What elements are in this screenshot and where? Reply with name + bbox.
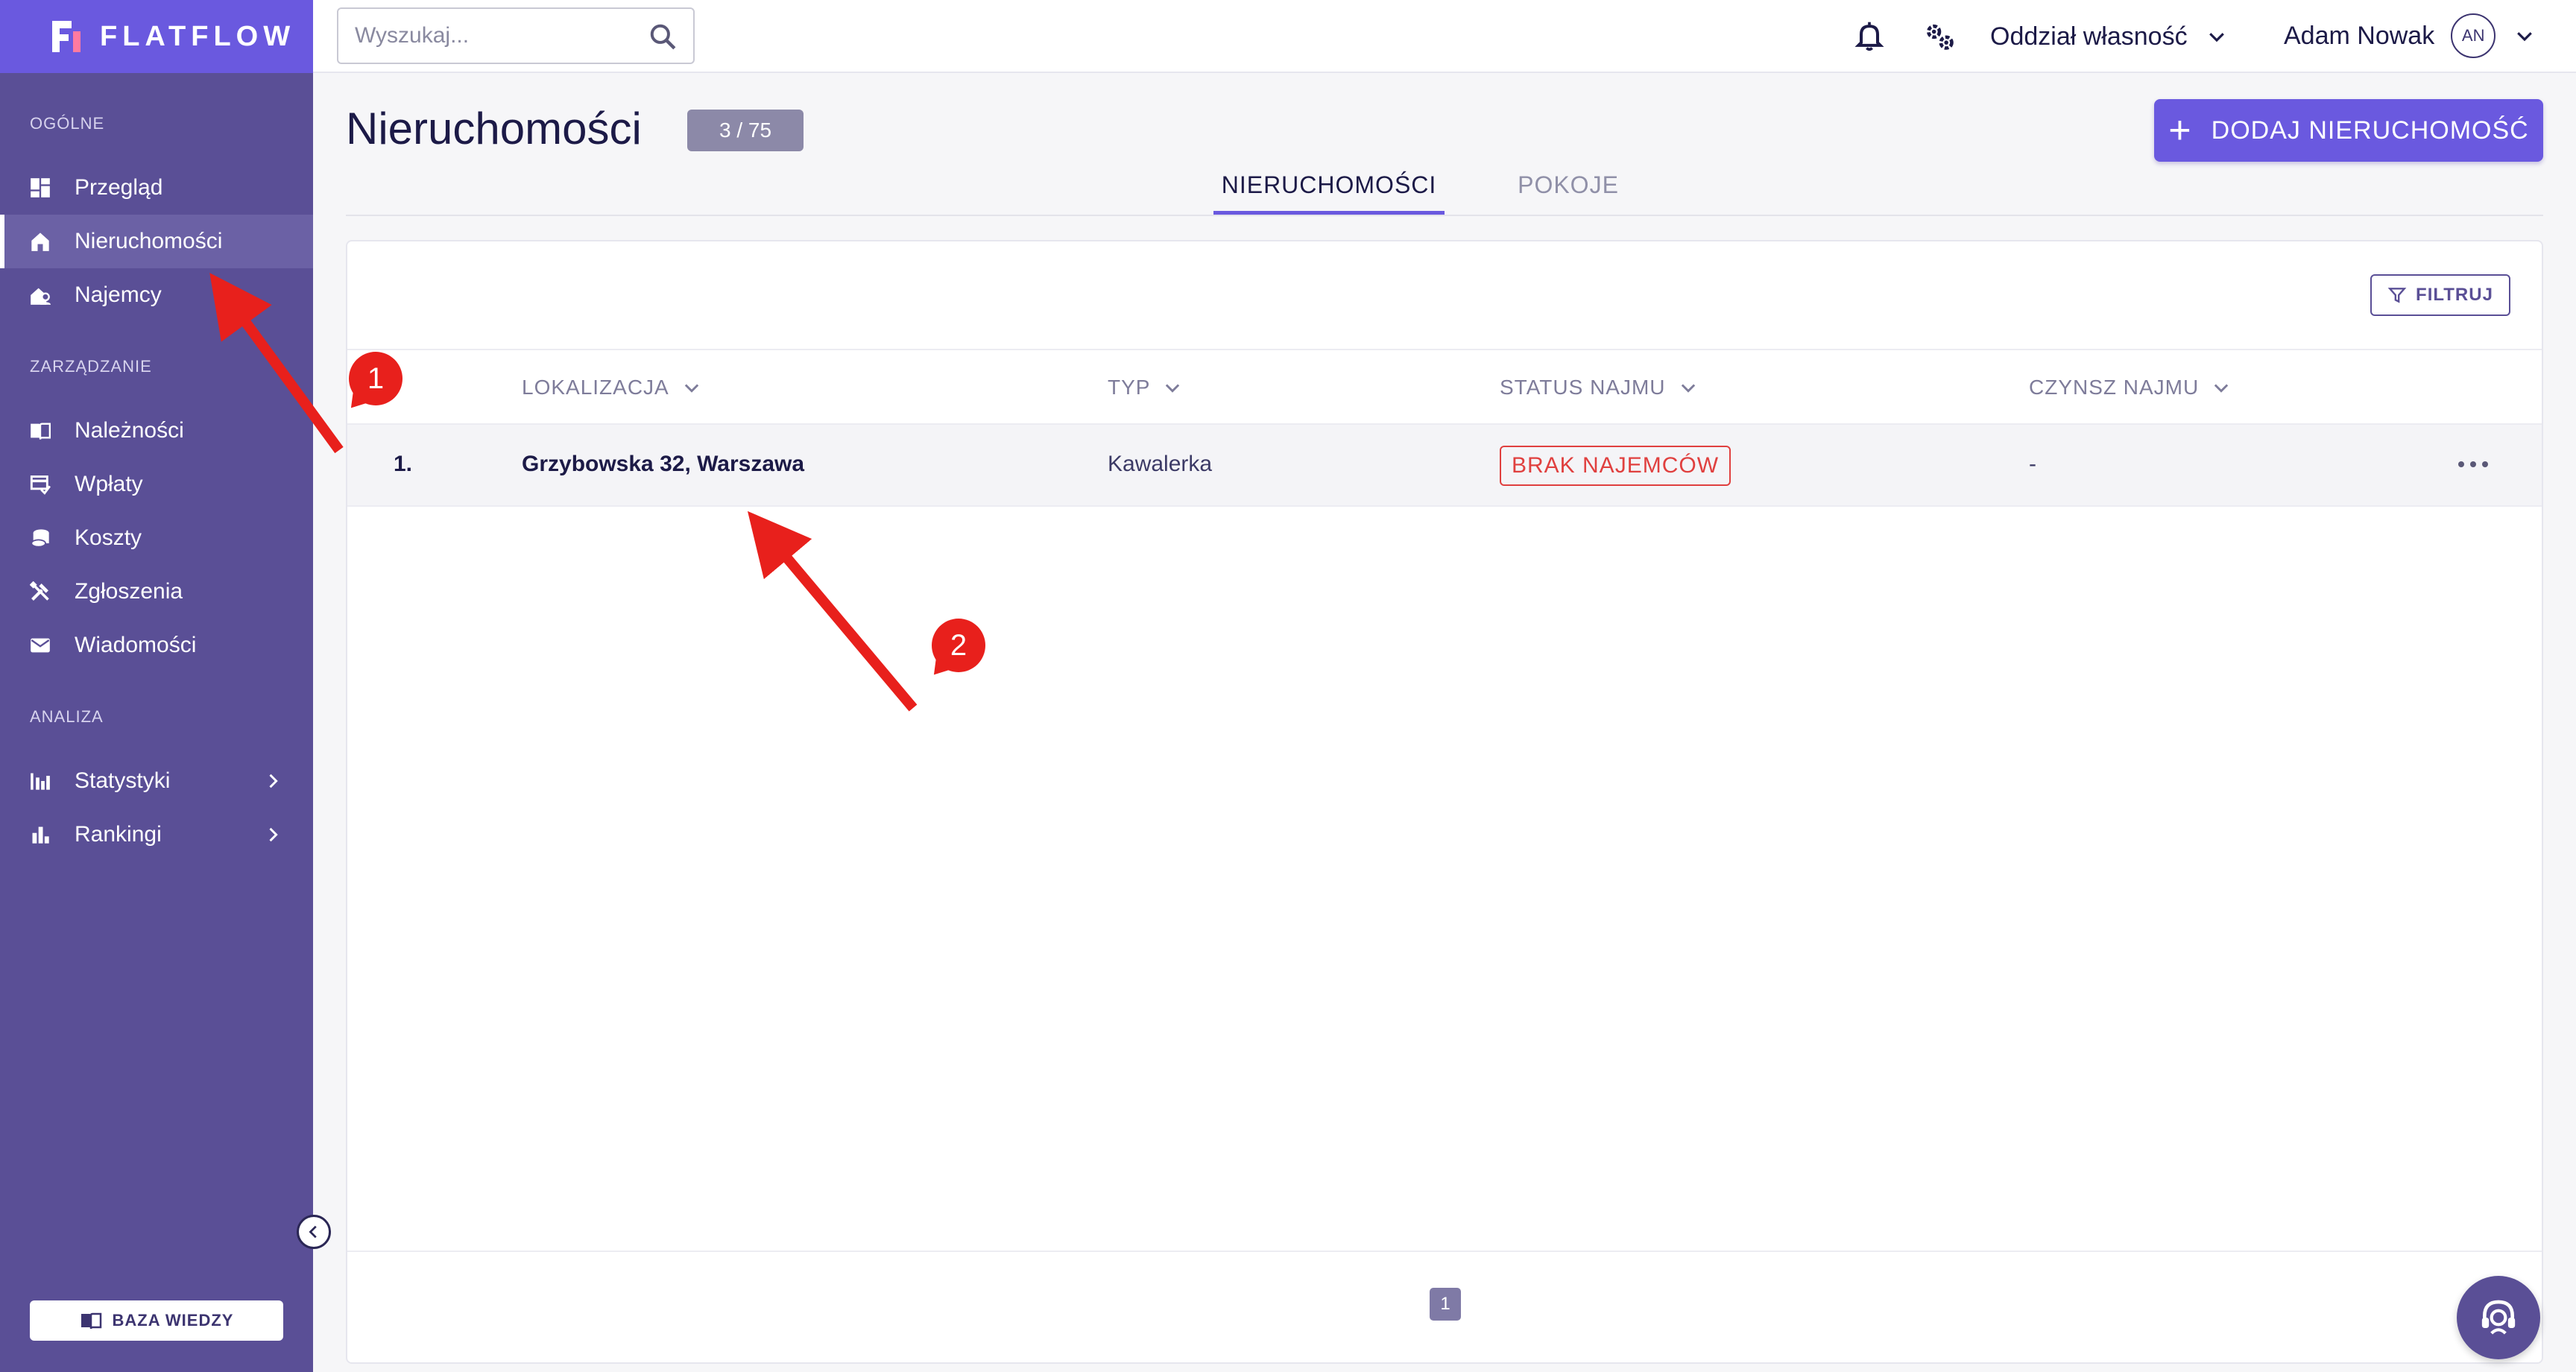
sidebar-nav: OGÓLNE Przegląd Nieruchomości Najemcy ZA… xyxy=(0,73,313,862)
sidebar-item-label: Najemcy xyxy=(75,282,162,307)
brand-name: FLATFLOW xyxy=(100,20,296,52)
chevron-down-icon xyxy=(2214,384,2229,393)
plus-icon: + xyxy=(2168,109,2192,152)
stats-icon xyxy=(31,773,50,790)
chevron-down-icon xyxy=(2209,33,2224,42)
sidebar-item-reports[interactable]: Zgłoszenia xyxy=(0,565,313,619)
sidebar-item-messages[interactable]: Wiadomości xyxy=(0,619,313,672)
section-label-general: OGÓLNE xyxy=(30,114,105,133)
mail-icon xyxy=(31,638,50,653)
page-title: Nieruchomości xyxy=(346,104,642,154)
count-badge: 3 / 75 xyxy=(687,110,804,151)
sidebar-item-costs[interactable]: Koszty xyxy=(0,511,313,565)
filter-icon xyxy=(2387,288,2407,303)
row-rent: - xyxy=(2029,452,2036,476)
column-header-rent[interactable]: CZYNSZ NAJMU xyxy=(2029,376,2232,399)
search-icon[interactable] xyxy=(648,22,677,51)
sidebar-item-rankings[interactable]: Rankingi xyxy=(0,808,313,862)
sidebar-item-label: Należności xyxy=(75,418,184,443)
knowledge-base-label: BAZA WIEDZY xyxy=(112,1311,234,1330)
sidebar-collapse-button[interactable] xyxy=(297,1215,331,1249)
sidebar-item-receivables[interactable]: Należności xyxy=(0,404,313,458)
sidebar-item-label: Zgłoszenia xyxy=(75,579,183,604)
chevron-down-icon xyxy=(684,384,698,393)
gears-icon[interactable] xyxy=(1923,19,1956,52)
column-header-location[interactable]: LOKALIZACJA xyxy=(522,376,702,399)
branch-select-value: Oddział własność xyxy=(1990,22,2188,51)
table-row[interactable]: 1. Grzybowska 32, Warszawa Kawalerka BRA… xyxy=(347,425,2542,507)
chevron-down-icon xyxy=(1681,384,1695,393)
flatflow-logo-icon xyxy=(52,21,80,52)
column-header-label: STATUS NAJMU xyxy=(1500,376,1666,399)
bar-chart-icon xyxy=(32,826,49,844)
brand-header[interactable]: FLATFLOW xyxy=(0,0,313,73)
payment-icon xyxy=(30,475,51,495)
book-open-icon xyxy=(80,1312,101,1330)
bell-icon[interactable] xyxy=(1853,19,1886,52)
user-menu[interactable]: Adam Nowak AN xyxy=(2284,10,2536,61)
sidebar-item-statistics[interactable]: Statystyki xyxy=(0,754,313,808)
coins-icon xyxy=(31,529,49,548)
support-chat-button[interactable] xyxy=(2457,1276,2540,1359)
sidebar-item-label: Nieruchomości xyxy=(75,229,223,253)
tab-rooms[interactable]: POKOJE xyxy=(1509,171,1628,215)
filter-label: FILTRUJ xyxy=(2416,285,2493,305)
sidebar-item-tenants[interactable]: Najemcy xyxy=(0,268,313,322)
column-header-label: LOKALIZACJA xyxy=(522,376,669,399)
book-icon xyxy=(31,423,51,440)
search-input[interactable] xyxy=(355,9,638,63)
dashboard-icon xyxy=(31,178,50,197)
tab-bar: NIERUCHOMOŚCI POKOJE xyxy=(346,164,2543,216)
chevron-right-icon xyxy=(269,827,278,842)
chevron-down-icon xyxy=(2517,32,2533,42)
column-header-label: TYP xyxy=(1108,376,1151,399)
home-icon xyxy=(31,233,49,251)
tab-properties[interactable]: NIERUCHOMOŚCI xyxy=(1213,171,1445,215)
add-property-button[interactable]: + DODAJ NIERUCHOMOŚĆ xyxy=(2154,99,2543,162)
app-root: FLATFLOW OGÓLNE Przegląd Nieruchomości N… xyxy=(0,0,2576,1372)
status-badge: BRAK NAJEMCÓW xyxy=(1500,446,1731,486)
page-button-current[interactable]: 1 xyxy=(1430,1288,1461,1321)
sidebar-item-label: Koszty xyxy=(75,525,142,550)
row-more-options-icon[interactable] xyxy=(2458,453,2488,475)
pagination: 1 xyxy=(347,1251,2542,1362)
section-label-analysis: ANALIZA xyxy=(30,707,104,726)
chevron-right-icon xyxy=(269,774,278,788)
sidebar-item-label: Przegląd xyxy=(75,175,163,200)
sidebar-item-label: Wpłaty xyxy=(75,472,143,496)
row-type: Kawalerka xyxy=(1108,452,1213,476)
row-index: 1. xyxy=(394,452,413,476)
column-header-label: CZYNSZ NAJMU xyxy=(2029,376,2200,399)
column-header-type[interactable]: TYP xyxy=(1108,376,1183,399)
avatar: AN xyxy=(2451,13,2496,58)
sidebar-item-label: Wiadomości xyxy=(75,633,197,657)
branch-select[interactable]: Oddział własność xyxy=(1990,16,2228,57)
table-header: LOKALIZACJA TYP STATUS NAJMU CZYNSZ NAJM… xyxy=(347,349,2542,425)
properties-table-card: FILTRUJ LOKALIZACJA TYP STATUS NAJMU CZY… xyxy=(346,240,2543,1364)
search-box xyxy=(337,7,695,64)
add-property-label: DODAJ NIERUCHOMOŚĆ xyxy=(2211,116,2529,145)
section-label-management: ZARZĄDZANIE xyxy=(30,357,152,376)
sidebar-item-label: Rankingi xyxy=(75,822,162,847)
chevron-down-icon xyxy=(1166,384,1180,393)
filter-button[interactable]: FILTRUJ xyxy=(2370,274,2510,316)
tools-icon xyxy=(30,581,49,601)
sidebar-item-overview[interactable]: Przegląd xyxy=(0,161,313,215)
chevron-left-icon xyxy=(309,1225,317,1239)
sidebar: FLATFLOW OGÓLNE Przegląd Nieruchomości N… xyxy=(0,0,313,1372)
headset-icon xyxy=(2481,1300,2516,1335)
sidebar-item-payments[interactable]: Wpłaty xyxy=(0,458,313,511)
row-location-link[interactable]: Grzybowska 32, Warszawa xyxy=(522,452,804,477)
column-header-rental-status[interactable]: STATUS NAJMU xyxy=(1500,376,1699,399)
user-name: Adam Nowak xyxy=(2284,21,2435,50)
sidebar-item-properties[interactable]: Nieruchomości xyxy=(0,215,313,268)
knowledge-base-button[interactable]: BAZA WIEDZY xyxy=(30,1300,283,1341)
sidebar-item-label: Statystyki xyxy=(75,768,171,793)
top-bar: Oddział własność Adam Nowak AN xyxy=(313,0,2576,73)
user-home-icon xyxy=(31,288,51,305)
